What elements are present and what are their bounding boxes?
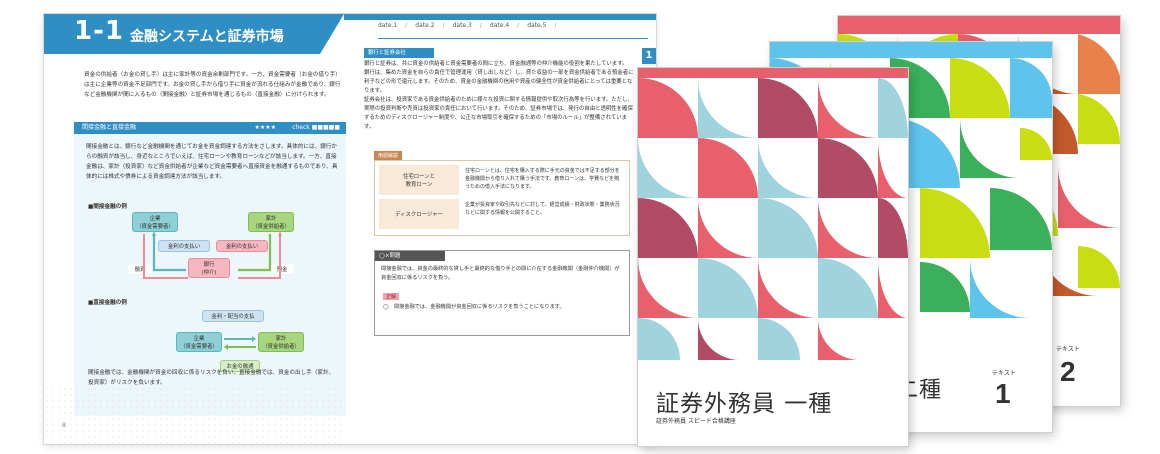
section-heading: 間接金融と直接金融 ★★★★ check ■■■■■ (74, 122, 346, 134)
chapter-number: 1-1 (74, 16, 124, 46)
diagram1-title: ■間接金融の例 (88, 204, 127, 210)
date-1: date.1 (378, 22, 398, 29)
quiz-answer-label: 正解 (383, 293, 400, 300)
glossary-box: 用語解説 住宅ローンと 教育ローン 住宅ローンとは、住宅を購入する際に手元の資金… (374, 151, 630, 236)
date-2: date.2 (415, 22, 435, 29)
indirect-company-node: 企業 （資金需要者） (132, 212, 178, 232)
date-checklist: date.1/ date.2/ date.3/ date.4/ date.5/ (378, 22, 648, 39)
front-cover-subtitle: 証券外務員 スピード合格講座 (656, 418, 736, 425)
middle-vol-number: 1 (995, 378, 1011, 409)
check-boxes: check ■■■■■ (292, 124, 340, 131)
middle-vol-label: テキスト (992, 370, 1016, 377)
page-number: 8 (62, 422, 66, 429)
side-tab: 1 (642, 48, 656, 64)
closing-text: 間接金融では、金融機関が資金の回収に係るリスクを負い、直接金融では、資金の出し手… (88, 370, 335, 386)
direct-household-node: 家計 （資金供給者） (258, 332, 304, 352)
dot-grid-left (44, 386, 346, 444)
right-section-heading: 銀行と証券会社 (364, 48, 434, 58)
cover-pattern (638, 68, 908, 360)
intro-text: 資金の供給者（お金の貸し手）は主に家計等の資金余剰部門です。一方、資金需要者（お… (84, 72, 341, 98)
back-vol-label: テキスト (1056, 346, 1080, 353)
importance-stars: ★★★★ (254, 124, 276, 131)
indirect-household-node: 家計 （資金供給者） (248, 212, 294, 232)
book-cover-isshu: 証券外務員 一種 証券外務員 スピード合格講座 (638, 68, 908, 446)
quiz-heading: ◯×問題 (375, 251, 445, 261)
dividend-label: 金利・配当の支払 (202, 310, 264, 322)
date-4: date.4 (489, 22, 510, 29)
glossary-heading: 用語解説 (374, 151, 403, 160)
glossary-term: 住宅ローンと 教育ローン (379, 165, 459, 195)
right-section-text: 銀行と証券は、共に資金の供給者と資金需要者の間に立ち、資金融通等の仲介機能の役割… (364, 61, 634, 130)
quiz-answer: ◯ 間接金融では、金融機関が資金回収に係るリスクを負うことになります。 (383, 304, 565, 310)
direct-flow-arrows (224, 336, 256, 350)
section-title: 間接金融と直接金融 (82, 124, 137, 131)
back-vol-number: 2 (1060, 356, 1076, 387)
indirect-flow-arrows (143, 231, 282, 279)
quiz-box: ◯×問題 間接金融では、資金の最終的な貸し手と最終的な借り手との間に介在する金融… (374, 250, 630, 336)
glossary-term: ディスクロージャー (379, 199, 459, 229)
quiz-question: 間接金融では、資金の最終的な貸し手と最終的な借り手との間に介在する金融機関（金融… (381, 266, 620, 281)
diagram2-title: ■直接金融の例 (88, 300, 127, 306)
glossary-definition: 企業が投資家や取引先などに対して、経営成績・財政状態・業務状況などに関する情報を… (465, 202, 620, 216)
textbook-spread: 1-1 金融システムと証券市場 date.1/ date.2/ date.3/ … (44, 14, 656, 444)
glossary-row: 住宅ローンと 教育ローン 住宅ローンとは、住宅を購入する際に手元の資金では不足す… (379, 165, 625, 195)
section-text: 間接金融とは、銀行など金融機関を通じてお金を資金調達する方法をさします。具体的に… (86, 144, 338, 180)
chapter-banner: 1-1 金融システムと証券市場 (44, 14, 344, 54)
glossary-row: ディスクロージャー 企業が投資家や取引先などに対して、経営成績・財政状態・業務状… (379, 199, 625, 229)
date-5: date.5 (527, 22, 547, 29)
chapter-title: 金融システムと証券市場 (130, 29, 284, 45)
glossary-definition: 住宅ローンとは、住宅を購入する際に手元の資金では不足する部分を金融機関から借り入… (465, 168, 620, 190)
date-3: date.3 (452, 22, 472, 29)
direct-company-node: 企業 （資金需要者） (176, 332, 222, 352)
header-stripe (344, 14, 656, 20)
front-cover-title: 証券外務員 一種 (656, 391, 833, 417)
